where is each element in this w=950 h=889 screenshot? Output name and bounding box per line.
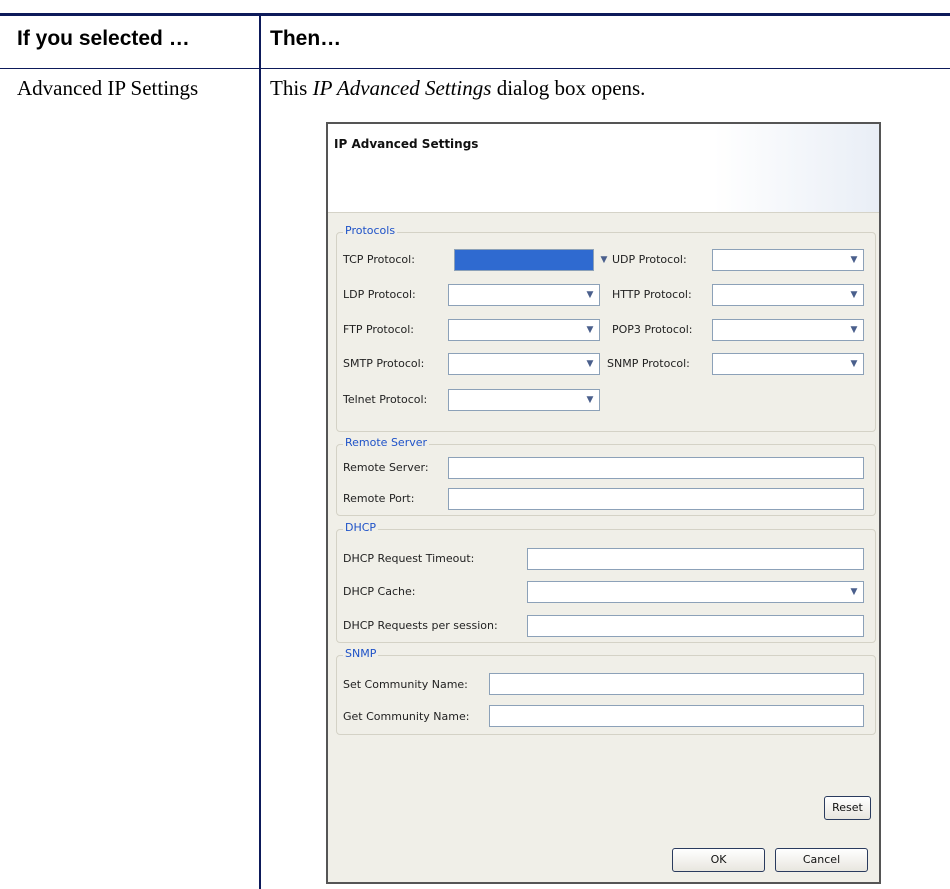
chevron-down-icon[interactable]: ▼ [581,390,599,410]
ldp-protocol-select[interactable]: ▼ [448,284,600,306]
dhcp-requests-per-session-input[interactable] [527,615,864,637]
chevron-down-icon[interactable]: ▼ [845,250,863,270]
chevron-down-icon[interactable]: ▼ [845,285,863,305]
remote-port-input[interactable] [448,488,864,510]
smtp-protocol-label: SMTP Protocol: [343,357,425,370]
pop3-protocol-label: POP3 Protocol: [612,323,693,336]
http-protocol-select[interactable]: ▼ [712,284,864,306]
udp-protocol-select[interactable]: ▼ [712,249,864,271]
protocols-group: Protocols TCP Protocol: ▼ UDP Protocol: … [336,224,876,432]
dialog-header: IP Advanced Settings [328,124,879,213]
remote-port-label: Remote Port: [343,492,415,505]
cancel-button[interactable]: Cancel [775,848,868,872]
smtp-protocol-select[interactable]: ▼ [448,353,600,375]
remote-server-group-title: Remote Server [343,436,430,449]
get-community-name-input[interactable] [489,705,864,727]
snmp-protocol-label: SNMP Protocol: [607,357,690,370]
dhcp-group: DHCP DHCP Request Timeout: DHCP Cache: ▼… [336,521,876,643]
dhcp-request-timeout-input[interactable] [527,548,864,570]
snmp-group: SNMP Set Community Name: Get Community N… [336,647,876,735]
http-protocol-label: HTTP Protocol: [612,288,692,301]
chevron-down-icon[interactable]: ▼ [581,354,599,374]
reset-button[interactable]: Reset [824,796,871,820]
ftp-protocol-select[interactable]: ▼ [448,319,600,341]
set-community-name-input[interactable] [489,673,864,695]
dhcp-cache-select[interactable]: ▼ [527,581,864,603]
chevron-down-icon[interactable]: ▼ [845,320,863,340]
chevron-down-icon[interactable]: ▼ [581,320,599,340]
header-if-you-selected: If you selected … [17,27,190,50]
result-dialog-name: IP Advanced Settings [312,76,492,100]
telnet-protocol-select[interactable]: ▼ [448,389,600,411]
chevron-down-icon[interactable]: ▼ [845,354,863,374]
chevron-down-icon[interactable]: ▼ [595,250,613,270]
remote-server-group: Remote Server Remote Server: Remote Port… [336,436,876,516]
cell-result: This IP Advanced Settings dialog box ope… [270,75,645,102]
ok-button[interactable]: OK [672,848,765,872]
telnet-protocol-label: Telnet Protocol: [343,393,428,406]
ldp-protocol-label: LDP Protocol: [343,288,416,301]
result-suffix: dialog box opens. [491,76,646,100]
pop3-protocol-select[interactable]: ▼ [712,319,864,341]
table-column-divider [259,13,261,889]
ip-advanced-settings-dialog: IP Advanced Settings Protocols TCP Proto… [326,122,881,884]
ftp-protocol-label: FTP Protocol: [343,323,415,336]
dhcp-cache-label: DHCP Cache: [343,585,416,598]
dialog-title: IP Advanced Settings [334,137,479,151]
snmp-protocol-select[interactable]: ▼ [712,353,864,375]
table-header-rule [0,68,950,69]
header-then: Then… [270,27,342,50]
chevron-down-icon[interactable]: ▼ [581,285,599,305]
remote-server-input[interactable] [448,457,864,479]
remote-server-label: Remote Server: [343,461,429,474]
result-prefix: This [270,76,313,100]
table-top-rule [0,13,950,16]
tcp-protocol-label: TCP Protocol: [343,253,415,266]
udp-protocol-label: UDP Protocol: [612,253,687,266]
dhcp-request-timeout-label: DHCP Request Timeout: [343,552,475,565]
set-community-name-label: Set Community Name: [343,678,468,691]
dhcp-requests-per-session-label: DHCP Requests per session: [343,619,498,632]
snmp-group-title: SNMP [343,647,379,660]
tcp-protocol-select[interactable]: ▼ [454,249,607,271]
chevron-down-icon[interactable]: ▼ [845,582,863,602]
get-community-name-label: Get Community Name: [343,710,470,723]
cell-selection: Advanced IP Settings [17,76,199,100]
dhcp-group-title: DHCP [343,521,379,534]
protocols-group-title: Protocols [343,224,398,237]
